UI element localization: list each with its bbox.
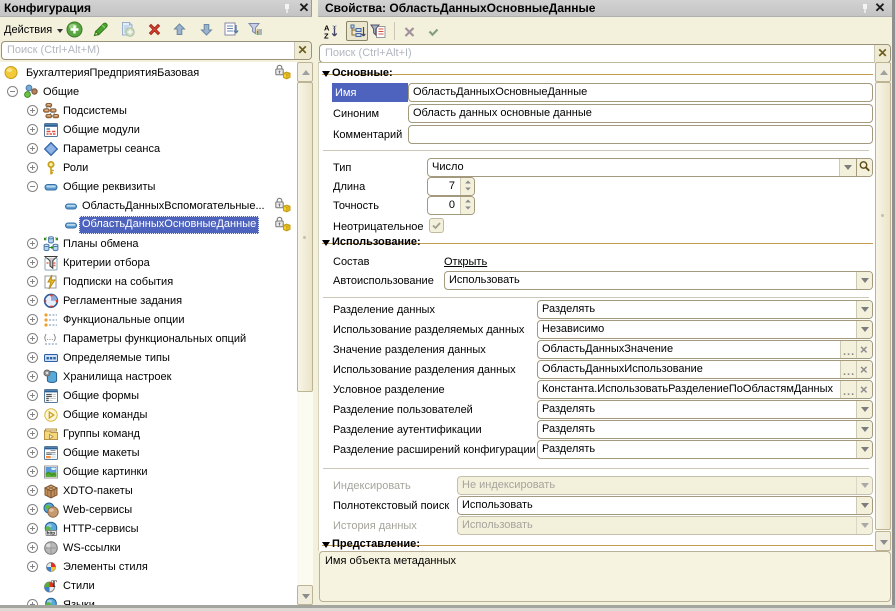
svg-text:T: T (51, 579, 57, 589)
svg-text:Z: Z (324, 32, 329, 41)
svg-text:(...): (...) (44, 333, 56, 342)
svg-text:http: http (47, 531, 56, 536)
